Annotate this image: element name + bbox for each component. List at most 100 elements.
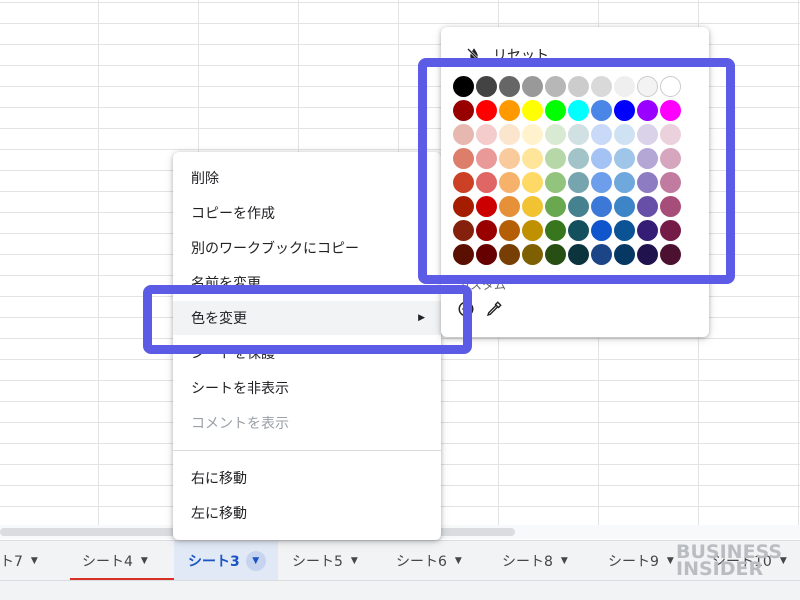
color-swatch[interactable]: [614, 76, 635, 97]
color-swatch[interactable]: [522, 76, 543, 97]
color-swatch[interactable]: [568, 244, 589, 265]
color-swatch[interactable]: [660, 172, 681, 193]
color-swatch[interactable]: [614, 220, 635, 241]
color-swatch[interactable]: [545, 244, 566, 265]
color-swatch[interactable]: [476, 124, 497, 145]
color-swatch[interactable]: [499, 196, 520, 217]
menu-item-rename[interactable]: 名前を変更: [173, 266, 441, 300]
color-swatch[interactable]: [522, 172, 543, 193]
color-swatch[interactable]: [660, 100, 681, 121]
reset-color-button[interactable]: リセット: [465, 43, 549, 67]
color-swatch[interactable]: [522, 244, 543, 265]
color-swatch[interactable]: [522, 124, 543, 145]
color-swatch[interactable]: [453, 100, 474, 121]
color-swatch[interactable]: [545, 220, 566, 241]
color-swatch[interactable]: [637, 172, 658, 193]
color-swatch[interactable]: [660, 196, 681, 217]
color-swatch[interactable]: [545, 76, 566, 97]
color-swatch[interactable]: [637, 76, 658, 97]
color-swatch[interactable]: [453, 196, 474, 217]
menu-item-duplicate[interactable]: コピーを作成: [173, 196, 441, 230]
color-swatch[interactable]: [568, 124, 589, 145]
color-swatch[interactable]: [453, 148, 474, 169]
sheet-tab[interactable]: ト7 ▼: [0, 541, 70, 581]
color-swatch[interactable]: [591, 172, 612, 193]
sheet-tab[interactable]: シート4 ▼: [70, 541, 174, 581]
color-swatch[interactable]: [637, 244, 658, 265]
color-swatch[interactable]: [453, 124, 474, 145]
color-swatch[interactable]: [499, 76, 520, 97]
sheet-tab-active[interactable]: シート3 ▼: [174, 541, 278, 581]
chevron-down-icon[interactable]: ▼: [455, 556, 462, 566]
color-swatch[interactable]: [545, 124, 566, 145]
color-swatch[interactable]: [591, 100, 612, 121]
color-swatch[interactable]: [637, 196, 658, 217]
color-swatch[interactable]: [660, 124, 681, 145]
menu-item-copy-to[interactable]: 別のワークブックにコピー ▶: [173, 231, 441, 265]
chevron-down-icon[interactable]: ▼: [561, 556, 568, 566]
color-swatch[interactable]: [476, 244, 497, 265]
color-swatch[interactable]: [591, 124, 612, 145]
chevron-down-icon[interactable]: ▼: [351, 556, 358, 566]
color-swatch[interactable]: [522, 100, 543, 121]
color-swatch[interactable]: [476, 76, 497, 97]
color-swatch[interactable]: [637, 124, 658, 145]
menu-item-protect-sheet[interactable]: シートを保護: [173, 336, 441, 370]
color-swatch[interactable]: [545, 148, 566, 169]
chevron-down-icon[interactable]: ▼: [31, 556, 38, 566]
color-swatch[interactable]: [637, 100, 658, 121]
sheet-tab[interactable]: シート5 ▼: [278, 541, 382, 581]
chevron-down-icon[interactable]: ▼: [667, 556, 674, 566]
chevron-down-icon[interactable]: ▼: [141, 556, 148, 566]
color-swatch[interactable]: [591, 244, 612, 265]
menu-item-move-left[interactable]: 左に移動: [173, 496, 441, 530]
color-swatch[interactable]: [545, 100, 566, 121]
color-swatch[interactable]: [568, 172, 589, 193]
color-swatch[interactable]: [591, 196, 612, 217]
color-swatch[interactable]: [614, 244, 635, 265]
color-swatch[interactable]: [476, 172, 497, 193]
color-swatch[interactable]: [591, 148, 612, 169]
color-swatch[interactable]: [476, 100, 497, 121]
color-swatch[interactable]: [476, 148, 497, 169]
color-swatch[interactable]: [476, 196, 497, 217]
color-swatch[interactable]: [660, 76, 681, 97]
color-swatch[interactable]: [614, 100, 635, 121]
menu-item-hide-sheet[interactable]: シートを非表示: [173, 371, 441, 405]
color-swatch[interactable]: [568, 148, 589, 169]
color-swatch[interactable]: [568, 76, 589, 97]
color-swatch[interactable]: [660, 220, 681, 241]
color-swatch[interactable]: [522, 196, 543, 217]
color-swatch[interactable]: [499, 244, 520, 265]
chevron-down-icon[interactable]: ▼: [245, 551, 266, 571]
menu-item-change-color[interactable]: 色を変更 ▶: [173, 301, 441, 335]
color-swatch[interactable]: [637, 220, 658, 241]
eyedropper-icon[interactable]: [485, 300, 503, 318]
color-swatch[interactable]: [614, 148, 635, 169]
color-swatch[interactable]: [545, 172, 566, 193]
menu-item-delete[interactable]: 削除: [173, 161, 441, 195]
color-swatch[interactable]: [499, 172, 520, 193]
color-swatch[interactable]: [499, 124, 520, 145]
color-swatch[interactable]: [453, 172, 474, 193]
color-swatch[interactable]: [499, 100, 520, 121]
add-circle-icon[interactable]: [457, 300, 475, 318]
color-swatch[interactable]: [660, 244, 681, 265]
color-swatch[interactable]: [637, 148, 658, 169]
sheet-tab[interactable]: シート8 ▼: [488, 541, 594, 581]
color-swatch[interactable]: [591, 76, 612, 97]
color-swatch[interactable]: [614, 124, 635, 145]
color-swatch[interactable]: [499, 148, 520, 169]
color-swatch[interactable]: [499, 220, 520, 241]
color-swatch[interactable]: [453, 244, 474, 265]
color-swatch[interactable]: [522, 220, 543, 241]
sheet-tab[interactable]: シート6 ▼: [382, 541, 488, 581]
menu-item-move-right[interactable]: 右に移動: [173, 461, 441, 495]
color-swatch[interactable]: [568, 220, 589, 241]
color-swatch[interactable]: [453, 220, 474, 241]
color-swatch[interactable]: [522, 148, 543, 169]
color-swatch[interactable]: [545, 196, 566, 217]
color-swatch[interactable]: [614, 172, 635, 193]
color-swatch[interactable]: [568, 196, 589, 217]
color-swatch[interactable]: [591, 220, 612, 241]
